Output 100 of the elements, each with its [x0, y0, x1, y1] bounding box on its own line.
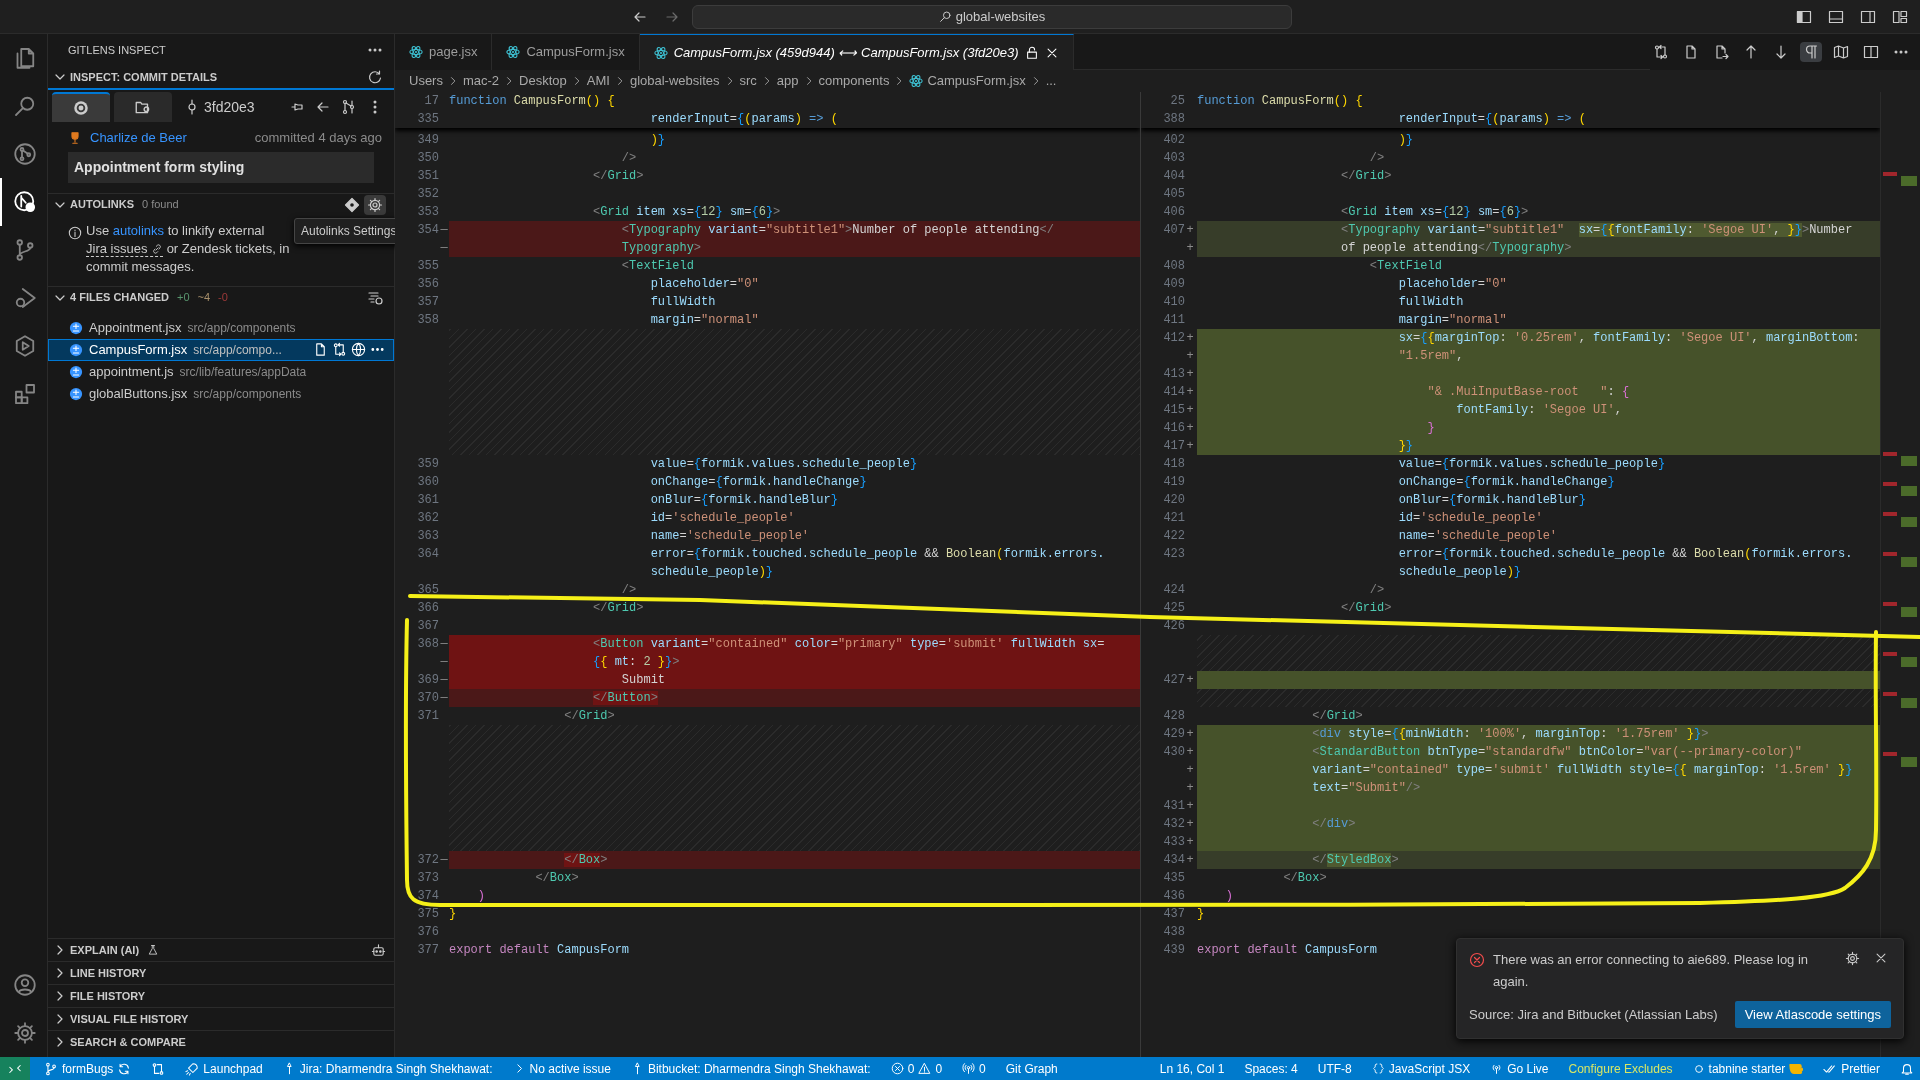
autolinks-link[interactable]: autolinks [112, 222, 165, 238]
section-header[interactable]: 4 FILES CHANGED [52, 289, 169, 306]
line-number: 412 [1162, 330, 1185, 347]
status-item[interactable]: JavaScript JSX [1365, 1057, 1477, 1080]
diff-marker: + [1185, 672, 1195, 689]
view-mode-tab[interactable] [114, 92, 172, 122]
file-path: src/lib/features/appData [179, 363, 307, 381]
compare-icon[interactable] [332, 342, 347, 357]
status-item[interactable]: Spaces: 4 [1238, 1057, 1304, 1080]
status-item[interactable]: tabnine starter [1686, 1057, 1810, 1080]
globe-icon[interactable] [351, 342, 366, 357]
editor-tab[interactable]: CampusForm.jsx (459d944) ⟷ CampusForm.jsx (3fd20e3) [639, 34, 1074, 70]
author-link[interactable]: Charlize de Beer [90, 128, 187, 148]
changed-file-row[interactable]: CampusForm.jsx src/app/compo... [48, 338, 394, 361]
breadcrumb-item[interactable]: components [818, 71, 890, 91]
section-header[interactable]: SEARCH & COMPARE [52, 1033, 186, 1051]
code-line: } [1426, 421, 1435, 435]
branch-graph-icon [341, 99, 357, 115]
search-icon [938, 10, 952, 23]
file-arrow-icon [1713, 44, 1729, 60]
section-header[interactable]: LINE HISTORY [52, 964, 147, 982]
rocket-icon [185, 1061, 200, 1076]
file-diff-icon [69, 342, 83, 357]
diff-marker: + [1185, 834, 1195, 851]
diamond-icon[interactable] [344, 196, 360, 213]
breadcrumb-item[interactable]: mac-2 [462, 71, 500, 91]
breadcrumb-item[interactable]: global-websites [629, 71, 720, 91]
section-header[interactable]: FILE HISTORY [52, 987, 146, 1005]
line-number: 420 [1162, 492, 1185, 509]
section-header[interactable]: AUTOLINKS [52, 196, 134, 213]
code-line: </StyledBox> [1311, 853, 1399, 867]
robot-icon[interactable] [371, 942, 386, 958]
changed-file-row[interactable]: appointment.js src/lib/features/appData [48, 360, 394, 383]
status-item[interactable]: Bitbucket: Dharmendra Singh Shekhawat: [624, 1057, 877, 1080]
file-path: src/app/components [193, 385, 302, 403]
code-line: ) [476, 889, 485, 903]
editor-action-button[interactable] [1800, 42, 1822, 62]
code-line: error={formik.touched.schedule_people && Boolean(formik.errors. [1397, 547, 1853, 561]
breadcrumb-item[interactable]: CampusForm.jsx [927, 71, 1026, 91]
line-number: 364 [416, 546, 439, 563]
status-item[interactable]: Git Graph [999, 1057, 1064, 1080]
sync-icon [117, 1061, 132, 1076]
code-line: renderInput={(params) => ( [1397, 112, 1586, 126]
error-icon [890, 1062, 904, 1075]
status-item[interactable]: formBugs [38, 1057, 138, 1080]
settings-button[interactable] [364, 194, 386, 215]
diff-marker: + [1185, 762, 1195, 779]
section-header[interactable]: EXPLAIN (AI) [52, 941, 140, 959]
status-item[interactable]: Prettier [1817, 1057, 1886, 1080]
line-number: 352 [416, 186, 439, 203]
status-item[interactable]: No active issue [506, 1057, 617, 1080]
status-item[interactable]: Go Live [1484, 1057, 1555, 1080]
line-number: 407 [1162, 222, 1185, 239]
breadcrumb-item[interactable]: app [776, 71, 799, 91]
code-line: Submit [620, 673, 666, 687]
code-line: value={formik.values.schedule_people} [1397, 457, 1666, 471]
remote-button[interactable] [0, 1057, 30, 1080]
status-item[interactable]: Jira: Dharmendra Singh Shekhawat: [276, 1057, 499, 1080]
section-header[interactable]: VISUAL FILE HISTORY [52, 1010, 189, 1028]
breadcrumb-item[interactable]: Desktop [519, 71, 567, 91]
diff-marker: + [1185, 384, 1195, 401]
breadcrumb-item[interactable]: AMI [586, 71, 610, 91]
breadcrumb-item[interactable]: ... [1045, 71, 1057, 91]
autolinks-description: Use autolinks to linkify external Jira issues or Zendesk tickets, in commit messages. [86, 221, 291, 276]
section-header[interactable]: INSPECT: COMMIT DETAILS [52, 68, 218, 86]
code-line: <Typography variant="subtitle1">Number of people attending</ [620, 223, 1054, 237]
line-number: 422 [1162, 528, 1185, 545]
line-number: 368 [416, 636, 439, 653]
compare-icon [151, 1061, 166, 1076]
command-center-search[interactable]: global-websites [692, 4, 1292, 29]
code-line: sx={{marginTop: '0.25rem', fontFamily: 'Segoe UI', marginBottom: [1397, 331, 1860, 345]
code-line: </Button> [592, 691, 658, 705]
sidebar-layout-icon [1796, 8, 1812, 25]
atlascode-settings-button[interactable]: View Atlascode settings [1734, 1000, 1891, 1028]
view-mode-tab[interactable] [52, 92, 110, 122]
changed-file-row[interactable]: globalButtons.jsx src/app/components [48, 382, 394, 405]
line-number: 408 [1162, 258, 1185, 275]
file-name: Appointment.jsx [89, 318, 182, 337]
line-number: 415 [1162, 402, 1185, 419]
line-number: 366 [416, 600, 439, 617]
line-number: 363 [416, 528, 439, 545]
diff-marker: + [1185, 780, 1195, 797]
line-number: 351 [416, 168, 439, 185]
status-item[interactable]: Ln 16, Col 1 [1153, 1057, 1231, 1080]
status-item[interactable]: UTF-8 [1311, 1057, 1358, 1080]
breadcrumb-item[interactable]: src [739, 71, 757, 91]
atom-icon [506, 45, 521, 59]
jira-issues-link[interactable]: Jira issues [86, 240, 164, 257]
status-item[interactable]: Launchpad [179, 1057, 269, 1080]
lock-icon[interactable] [1024, 45, 1039, 60]
status-item[interactable]: 0 [956, 1057, 992, 1080]
changed-file-row[interactable]: Appointment.jsx src/app/components [48, 316, 394, 339]
file-name: CampusForm.jsx [89, 340, 188, 359]
status-item[interactable]: 0 0 [884, 1057, 949, 1080]
line-number: 361 [416, 492, 439, 509]
breadcrumb-item[interactable]: Users [409, 71, 443, 91]
file-icon[interactable] [313, 342, 328, 357]
line-number: 413 [1162, 366, 1185, 383]
code-line: </Grid> [1340, 601, 1392, 615]
code-line: </Box> [1282, 871, 1327, 885]
